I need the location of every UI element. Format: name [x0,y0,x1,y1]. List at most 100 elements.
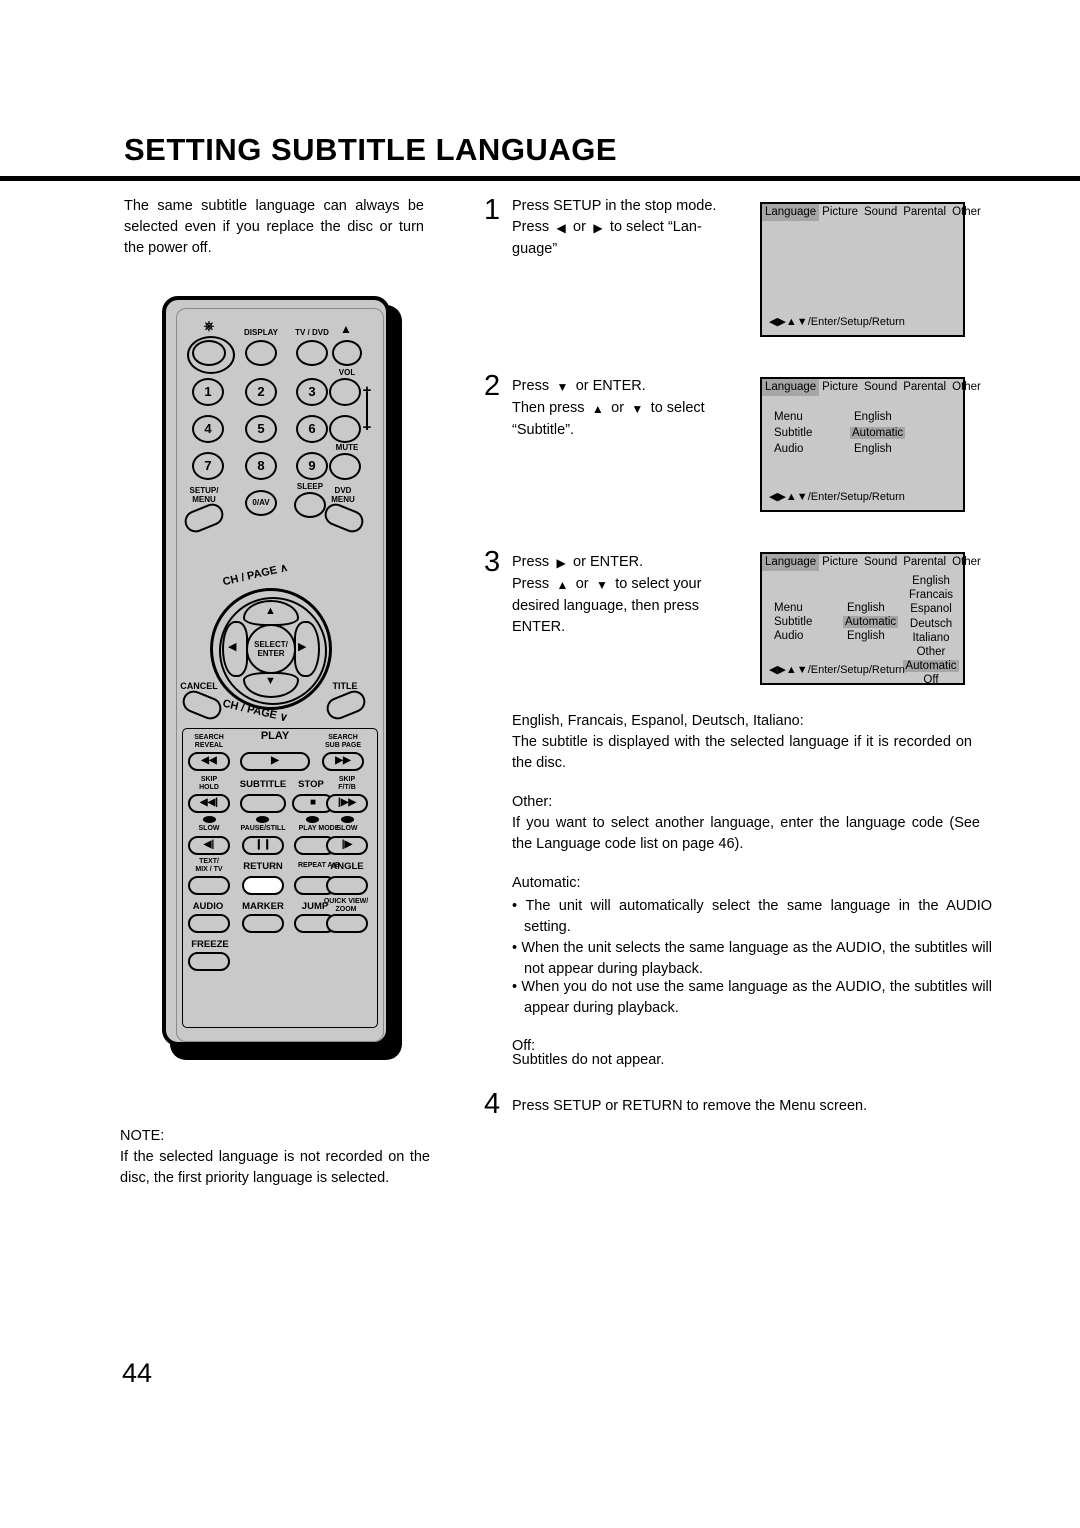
dvd-menu-label-line1: DVD [334,486,352,495]
osd-3-row-audio-value[interactable]: English [847,630,885,642]
osd-2-row-audio-label: Audio [774,443,804,455]
languages-body: The subtitle is displayed with the selec… [512,734,972,771]
osd-3-option-english[interactable]: English [902,574,960,588]
audio-button-label: AUDIO [192,901,224,912]
freeze-button[interactable] [188,952,230,971]
osd-1-tab-other[interactable]: Other [949,204,984,221]
osd-3-row-subtitle-label: Subtitle [774,616,813,628]
select-enter-button[interactable]: SELECT/ ENTER [246,624,296,674]
osd-1-tab-sound[interactable]: Sound [861,204,900,221]
angle-button[interactable] [326,876,368,895]
step-2-number: 2 [484,370,501,402]
quick-view-zoom-button[interactable] [326,914,368,933]
step-4-number: 4 [484,1088,501,1120]
digit-1-label: 1 [204,384,212,399]
bullet-marker: • [512,898,526,914]
osd-3-option-automatic[interactable]: Automatic [903,660,959,673]
setup-menu-label-line1: SETUP/ [189,486,219,495]
osd-2-row-subtitle-value[interactable]: Automatic [850,427,906,439]
osd-3-row-menu-value[interactable]: English [847,602,885,614]
osd-3-option-espanol[interactable]: Espanol [902,602,960,616]
step-3-number: 3 [484,546,501,578]
osd-3-option-other[interactable]: Other [902,645,960,659]
dvd-menu-label-line2: MENU [331,495,355,504]
page-number: 44 [122,1358,153,1388]
power-button[interactable] [192,340,226,366]
freeze-button-label: FREEZE [191,939,229,950]
right-arrow-icon: ▶ [553,556,570,570]
eject-button[interactable] [332,340,362,366]
select-enter-line2: ENTER [257,649,285,658]
volume-label: VOL [338,368,356,377]
osd-2-row-menu-value[interactable]: English [854,411,892,423]
osd-3-option-off[interactable]: Off [902,673,960,687]
skip-ftb-label-line2: F/T/B [338,784,356,791]
step-2-line2-b: or [611,400,625,416]
osd-3-row-subtitle-value[interactable]: Automatic [843,616,899,628]
digit-9-label: 9 [308,458,316,473]
osd-3-tab-language[interactable]: Language [762,554,820,571]
step-1-line2-b: or [573,219,586,235]
osd-3-option-deutsch[interactable]: Deutsch [902,617,960,631]
return-button[interactable] [242,876,284,895]
zero-av-label: 0/AV [252,498,270,507]
automatic-bullet-2: • When the unit selects the same languag… [512,938,992,980]
search-subpage-label-line1: SEARCH [328,734,358,741]
text-mix-tv-button[interactable] [188,876,230,895]
automatic-bullet-2-text: When the unit selects the same language … [521,940,992,977]
note-text: If the selected language is not recorded… [120,1149,430,1186]
volume-up-button[interactable] [329,378,361,406]
osd-2-tab-other[interactable]: Other [949,379,984,396]
mute-button[interactable] [329,453,361,480]
osd-screen-3: Language Picture Sound Parental Other Me… [760,552,981,688]
osd-2-tab-language[interactable]: Language [762,379,820,396]
osd-2-tab-parental[interactable]: Parental [900,379,949,396]
subtitle-button-label: SUBTITLE [239,779,287,790]
osd-2-tab-sound[interactable]: Sound [861,379,900,396]
osd-3-option-italiano[interactable]: Italiano [902,631,960,645]
step-3-line1-b: or ENTER. [573,554,644,570]
indicator-dot [256,816,269,823]
osd-3-tab-parental[interactable]: Parental [900,554,949,571]
osd-3-tab-sound[interactable]: Sound [861,554,900,571]
search-reveal-label-line1: SEARCH [194,734,224,741]
osd-1-tab-picture[interactable]: Picture [819,204,861,221]
osd-2-tab-picture[interactable]: Picture [819,379,861,396]
digit-5-label: 5 [257,421,265,436]
audio-button[interactable] [188,914,230,933]
osd-1-tab-language[interactable]: Language [762,204,820,221]
automatic-bullet-1: • The unit will automatically select the… [512,896,992,938]
power-icon: ⎈ [203,318,215,333]
play-icon: ▶ [271,755,279,766]
osd-2-tab-bar: Language Picture Sound Parental Other [762,379,981,396]
step-1-line3: guage” [512,241,558,257]
step-1-text: Press SETUP in the stop mode. Press ◀ or… [512,196,750,260]
step-2-line3: “Subtitle”. [512,422,575,438]
osd-3-option-francais[interactable]: Francais [902,588,960,602]
osd-screen-1: Language Picture Sound Parental Other ◀▶… [760,202,981,337]
search-subpage-label-line2: SUB PAGE [324,742,362,749]
automatic-heading: Automatic: [512,875,581,891]
digit-6-label: 6 [308,421,316,436]
volume-down-button[interactable] [329,415,361,443]
step-2-text: Press ▼ or ENTER. Then press ▲ or ▼ to s… [512,376,750,441]
step-2-line1-b: or ENTER. [575,378,646,394]
osd-2-row-audio-value[interactable]: English [854,443,892,455]
osd-1-tab-parental[interactable]: Parental [900,204,949,221]
marker-button[interactable] [242,914,284,933]
manual-page: SETTING SUBTITLE LANGUAGE The same subti… [0,0,1080,1528]
osd-3-footer-hint: ◀▶▲▼/Enter/Setup/Return [769,664,905,676]
skip-ftb-label-line1: SKIP [338,776,356,783]
osd-3-tab-picture[interactable]: Picture [819,554,861,571]
step-3-line2-b: or [575,576,589,592]
fast-forward-icon: ▶▶ [335,755,351,766]
display-button[interactable] [245,340,277,366]
digit-3-label: 3 [308,384,316,399]
osd-3-tab-other[interactable]: Other [949,554,984,571]
osd-1-tab-bar: Language Picture Sound Parental Other [762,204,981,221]
tv-dvd-button[interactable] [296,340,328,366]
osd-3-language-option-list: English Francais Espanol Deutsch Italian… [902,574,960,688]
automatic-bullet-3-text: When you do not use the same language as… [521,979,992,1016]
digit-4-label: 4 [204,421,212,436]
subtitle-button[interactable] [240,794,286,813]
